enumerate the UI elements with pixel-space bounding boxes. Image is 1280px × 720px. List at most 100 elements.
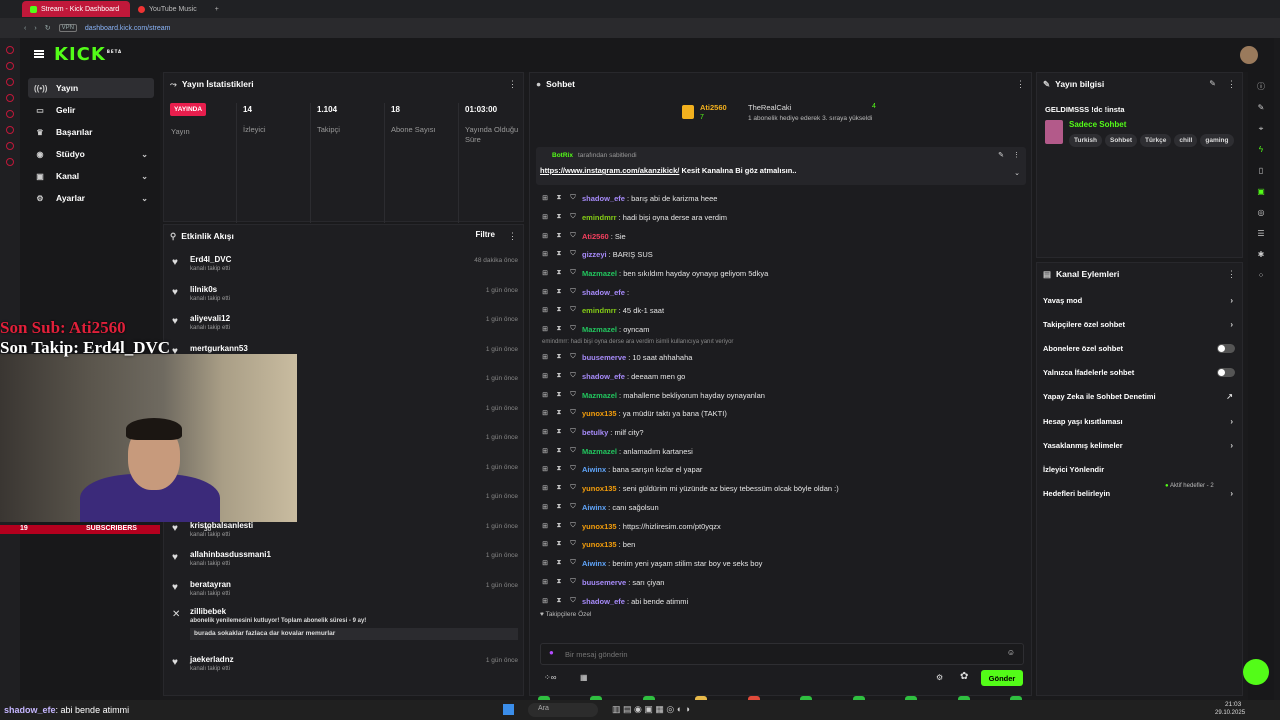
pinned-link[interactable]: https://www.instagram.com/akanzikick/: [540, 166, 679, 175]
event-user[interactable]: zillibebek: [190, 607, 226, 616]
forward-icon[interactable]: ›: [34, 25, 36, 32]
pin-icon[interactable]: ✎: [998, 151, 1004, 159]
channel-action-item[interactable]: Hesap yaşı kısıtlaması ›: [1043, 411, 1237, 431]
channel-action-item[interactable]: Abonelere özel sohbet: [1043, 338, 1237, 358]
chat-tools-icon[interactable]: ⁘∞: [544, 673, 556, 682]
pin-icon[interactable]: ⊞: [538, 306, 552, 314]
pin-icon[interactable]: ⊞: [538, 194, 552, 202]
chat-username[interactable]: shadow_efe: [582, 194, 625, 203]
pin-icon[interactable]: ⊞: [538, 288, 552, 296]
timeout-icon[interactable]: ⧗: [552, 391, 566, 399]
timeout-icon[interactable]: ⧗: [552, 540, 566, 548]
sidebar-app-icon[interactable]: [6, 94, 14, 102]
chat-username[interactable]: Aiwinx: [582, 465, 606, 474]
chat-username[interactable]: shadow_efe: [582, 372, 625, 381]
channel-action-item[interactable]: Yavaş mod ›: [1043, 290, 1237, 310]
timeout-icon[interactable]: ⧗: [552, 250, 566, 258]
pin-icon[interactable]: ⊞: [538, 409, 552, 417]
more-options-icon[interactable]: ⋮: [1227, 79, 1236, 90]
timeout-icon[interactable]: ⧗: [552, 325, 566, 333]
pin-icon[interactable]: ⊞: [538, 465, 552, 473]
x-icon[interactable]: [6, 126, 14, 134]
chat-username[interactable]: betulky: [582, 428, 608, 437]
chat-input[interactable]: [565, 648, 985, 661]
timeout-icon[interactable]: ⧗: [552, 578, 566, 586]
channel-action-item[interactable]: İzleyici Yönlendir: [1043, 459, 1237, 479]
pin-icon[interactable]: ⊞: [538, 250, 552, 258]
chevron-down-icon[interactable]: ⌄: [1014, 169, 1020, 177]
chat-username[interactable]: gizzeyi: [582, 250, 607, 259]
settings-icon[interactable]: ⚙: [936, 673, 943, 682]
chat-username[interactable]: Ati2560: [582, 232, 609, 241]
timeout-icon[interactable]: ⧗: [552, 409, 566, 417]
pin-icon[interactable]: ⊞: [538, 597, 552, 605]
pencil-icon[interactable]: ✎: [1256, 103, 1266, 113]
event-user[interactable]: Erd4l_DVC: [190, 255, 231, 264]
more-options-icon[interactable]: ⋮: [508, 231, 517, 242]
pin-icon[interactable]: ⊞: [538, 559, 552, 567]
leader-user[interactable]: Ati2560: [700, 103, 727, 112]
bolt-icon[interactable]: ϟ: [1256, 145, 1266, 155]
sidebar-item-ayarlar[interactable]: ⚙ Ayarlar ⌄: [28, 188, 154, 208]
back-icon[interactable]: ‹: [24, 25, 26, 32]
settings-icon[interactable]: [6, 158, 14, 166]
timeout-icon[interactable]: ⧗: [552, 372, 566, 380]
leader-user[interactable]: TheRealCaki: [748, 103, 791, 112]
event-user[interactable]: mertgurkann53: [190, 344, 248, 353]
pin-icon[interactable]: ⊞: [538, 447, 552, 455]
category-name[interactable]: Sadece Sohbet: [1069, 120, 1126, 129]
vpn-badge[interactable]: VPN: [58, 24, 77, 32]
kick-logo[interactable]: KICKBETA: [54, 44, 122, 65]
event-user[interactable]: jaekerladnz: [190, 655, 234, 664]
pinned-user[interactable]: BotRix: [552, 152, 573, 159]
sidebar-item-basarilar[interactable]: ♛ Başarılar: [28, 122, 154, 142]
filter-button[interactable]: Filtre: [475, 230, 495, 239]
more-options-icon[interactable]: ⋮: [1013, 151, 1020, 159]
chat-username[interactable]: buusemerve: [582, 353, 626, 362]
messenger-icon[interactable]: [6, 110, 14, 118]
event-user[interactable]: allahinbasdussmani1: [190, 550, 271, 559]
pin-icon[interactable]: ⊞: [538, 391, 552, 399]
timeout-icon[interactable]: ⧗: [552, 559, 566, 567]
timeout-icon[interactable]: ⧗: [552, 484, 566, 492]
chat-username[interactable]: emindmrr: [582, 306, 617, 315]
pin-icon[interactable]: ⊞: [538, 213, 552, 221]
sidebar-item-kanal[interactable]: ▣ Kanal ⌄: [28, 166, 154, 186]
timeout-icon[interactable]: ⧗: [552, 213, 566, 221]
url-field[interactable]: dashboard.kick.com/stream: [85, 25, 171, 32]
pin-icon[interactable]: ⊞: [538, 578, 552, 586]
chat-username[interactable]: shadow_efe: [582, 597, 625, 606]
pin-icon[interactable]: ⊞: [538, 325, 552, 333]
timeout-icon[interactable]: ⧗: [552, 306, 566, 314]
more-options-icon[interactable]: ⋮: [1227, 269, 1236, 280]
chat-username[interactable]: Mazmazel: [582, 447, 617, 456]
pin-icon[interactable]: ⊞: [538, 269, 552, 277]
timeout-icon[interactable]: ⧗: [552, 232, 566, 240]
tab-kick-dashboard[interactable]: Stream - Kick Dashboard: [22, 1, 130, 17]
timeout-icon[interactable]: ⧗: [552, 194, 566, 202]
new-tab-icon[interactable]: +: [215, 6, 219, 13]
pin-icon[interactable]: ⊞: [538, 522, 552, 530]
wrench-icon[interactable]: ✱: [1256, 250, 1266, 260]
list-icon[interactable]: ☰: [1256, 229, 1266, 239]
broadcast-icon[interactable]: ◎: [1256, 208, 1266, 218]
chat-icon[interactable]: ▣: [1256, 187, 1266, 197]
chat-username[interactable]: Mazmazel: [582, 325, 617, 334]
sidebar-item-gelir[interactable]: ▭ Gelir: [28, 100, 154, 120]
chat-username[interactable]: yunox135: [582, 522, 617, 531]
timeout-icon[interactable]: ⧗: [552, 447, 566, 455]
document-icon[interactable]: ▯: [1256, 166, 1266, 176]
apps-icon[interactable]: ⁘: [1256, 271, 1266, 281]
chat-username[interactable]: Mazmazel: [582, 269, 617, 278]
event-user[interactable]: lilnik0s: [190, 285, 217, 294]
timeout-icon[interactable]: ⧗: [552, 465, 566, 473]
timeout-icon[interactable]: ⧗: [552, 597, 566, 605]
support-chat-button[interactable]: [1243, 659, 1269, 685]
chat-username[interactable]: Aiwinx: [582, 503, 606, 512]
pin-icon[interactable]: ⊞: [538, 372, 552, 380]
emote-picker-icon[interactable]: ✿: [960, 671, 968, 682]
timeout-icon[interactable]: ⧗: [552, 288, 566, 296]
sidebar-app-icon[interactable]: [6, 142, 14, 150]
event-user[interactable]: beratayran: [190, 580, 231, 589]
reload-icon[interactable]: ↻: [45, 24, 51, 32]
